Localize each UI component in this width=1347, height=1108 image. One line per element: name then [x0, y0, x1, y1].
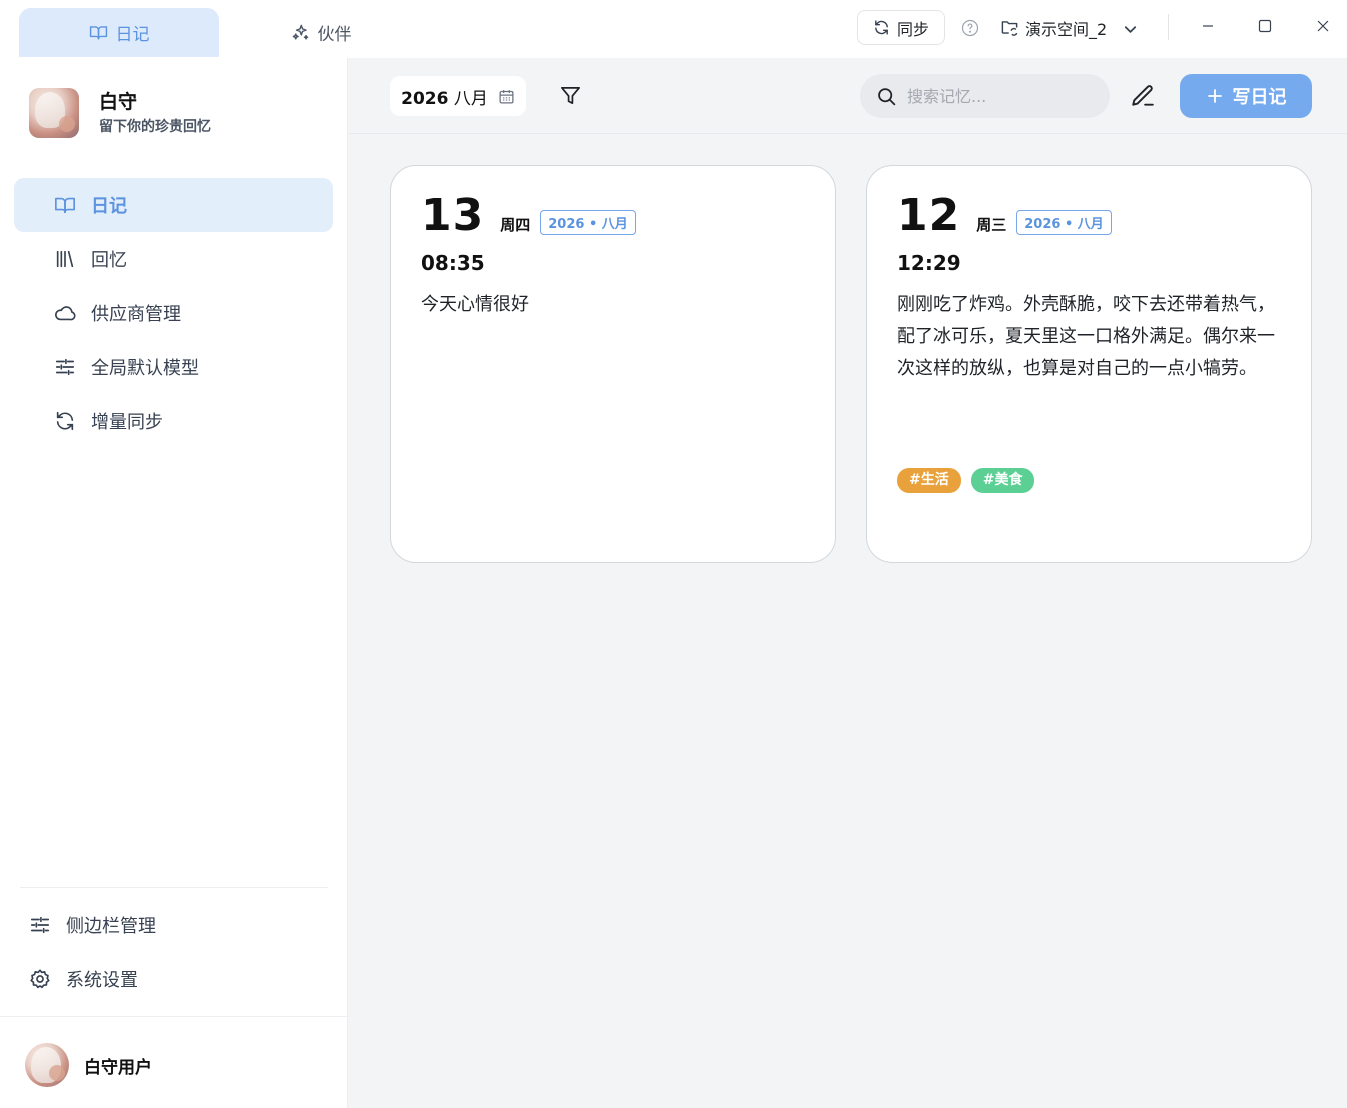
app-avatar	[29, 88, 79, 138]
sidebar-item-memories[interactable]: 回忆	[14, 232, 333, 286]
sidebar-item-sidebar-management[interactable]: 侧边栏管理	[20, 898, 328, 952]
sidebar-item-system-settings[interactable]: 系统设置	[20, 952, 328, 1006]
sidebar-item-label: 日记	[91, 196, 127, 217]
write-diary-button[interactable]: 写日记	[1180, 74, 1312, 118]
sidebar-item-label: 全局默认模型	[91, 358, 199, 379]
entry-date-badge: 2026 • 八月	[1016, 210, 1112, 235]
sidebar: 白守 留下你的珍贵回忆 日记 回忆 供应商管理 全局默认模型 增量同步 侧边栏管…	[0, 58, 348, 1108]
sidebar-bottom-nav: 侧边栏管理 系统设置	[20, 898, 328, 1006]
user-profile[interactable]: 白守用户	[25, 1043, 152, 1087]
tab-diary-label: 日记	[115, 25, 150, 45]
refresh-icon	[54, 410, 91, 432]
sliders-icon	[54, 356, 91, 378]
sliders-icon	[29, 914, 66, 936]
app-slogan: 留下你的珍贵回忆	[99, 119, 211, 135]
sidebar-item-incremental-sync[interactable]: 增量同步	[14, 394, 333, 448]
titlebar-divider	[1168, 14, 1169, 40]
library-icon	[54, 248, 91, 270]
search-icon	[876, 86, 897, 107]
sidebar-item-label: 回忆	[91, 250, 127, 271]
minimize-icon[interactable]	[1200, 18, 1216, 34]
entry-content: 刚刚吃了炸鸡。外壳酥脆，咬下去还带着热气，配了冰可乐，夏天里这一口格外满足。偶尔…	[897, 294, 1275, 379]
sync-label: 同步	[896, 19, 929, 39]
folder-sync-icon	[1000, 18, 1019, 37]
month-picker[interactable]: 2026 八月	[390, 76, 526, 116]
filter-icon[interactable]	[559, 84, 582, 107]
entry-time: 08:35	[421, 251, 485, 275]
tab-partner-label: 伙伴	[317, 25, 352, 45]
month-picker-year: 2026	[401, 88, 449, 109]
entry-day: 13	[421, 190, 485, 241]
entry-date-badge: 2026 • 八月	[540, 210, 636, 235]
refresh-icon	[873, 19, 890, 36]
entry-content: 今天心情很好	[421, 294, 529, 315]
plus-icon	[1206, 87, 1224, 105]
diary-card[interactable]: 12 周三 2026 • 八月 12:29 刚刚吃了炸鸡。外壳酥脆，咬下去还带着…	[866, 165, 1312, 563]
pencil-icon[interactable]	[1130, 83, 1156, 109]
sidebar-item-label: 侧边栏管理	[66, 916, 156, 937]
book-icon	[89, 23, 108, 42]
workspace-label: 演示空间_2	[1025, 19, 1108, 39]
sync-button[interactable]: 同步	[857, 10, 945, 45]
sidebar-divider	[20, 887, 328, 888]
user-name: 白守用户	[84, 1057, 152, 1078]
entry-day: 12	[897, 190, 961, 241]
close-icon[interactable]	[1315, 18, 1331, 34]
tag-life[interactable]: #生活	[897, 468, 961, 493]
tab-diary[interactable]: 日记	[19, 8, 219, 57]
cloud-icon	[54, 302, 91, 324]
sidebar-item-diary[interactable]: 日记	[14, 178, 333, 232]
app-profile: 白守 留下你的珍贵回忆	[29, 88, 211, 138]
sidebar-item-label: 增量同步	[91, 412, 163, 433]
chevron-down-icon	[1121, 20, 1137, 36]
book-icon	[54, 194, 91, 216]
app-name: 白守	[99, 91, 138, 113]
help-icon[interactable]	[961, 19, 979, 37]
search-input[interactable]	[907, 86, 1097, 106]
tag-food[interactable]: #美食	[970, 468, 1035, 493]
sidebar-nav: 日记 回忆 供应商管理 全局默认模型 增量同步	[14, 178, 333, 448]
sparkle-icon	[291, 23, 310, 42]
write-diary-label: 写日记	[1232, 87, 1287, 108]
month-picker-month: 八月	[453, 88, 488, 109]
entry-weekday: 周三	[976, 216, 1007, 234]
sidebar-item-default-model[interactable]: 全局默认模型	[14, 340, 333, 394]
user-avatar	[25, 1043, 69, 1087]
gear-icon	[29, 968, 66, 990]
entry-tags: #生活 #美食	[897, 468, 1035, 493]
diary-card[interactable]: 13 周四 2026 • 八月 08:35 今天心情很好	[390, 165, 836, 563]
sidebar-item-label: 供应商管理	[91, 304, 181, 325]
sidebar-footer-divider	[0, 1016, 348, 1017]
calendar-icon	[498, 88, 515, 105]
workspace-selector[interactable]: 演示空间_2	[1000, 10, 1137, 45]
search-bar	[860, 74, 1110, 118]
sidebar-item-label: 系统设置	[66, 970, 138, 991]
entry-time: 12:29	[897, 251, 961, 275]
title-bar: 日记 伙伴 同步 演示空间_2	[0, 0, 1347, 58]
tab-partner[interactable]: 伙伴	[266, 8, 376, 57]
main-toolbar: 2026 八月 写日记	[349, 58, 1347, 134]
sidebar-item-providers[interactable]: 供应商管理	[14, 286, 333, 340]
entry-weekday: 周四	[500, 216, 531, 234]
maximize-icon[interactable]	[1257, 18, 1273, 34]
